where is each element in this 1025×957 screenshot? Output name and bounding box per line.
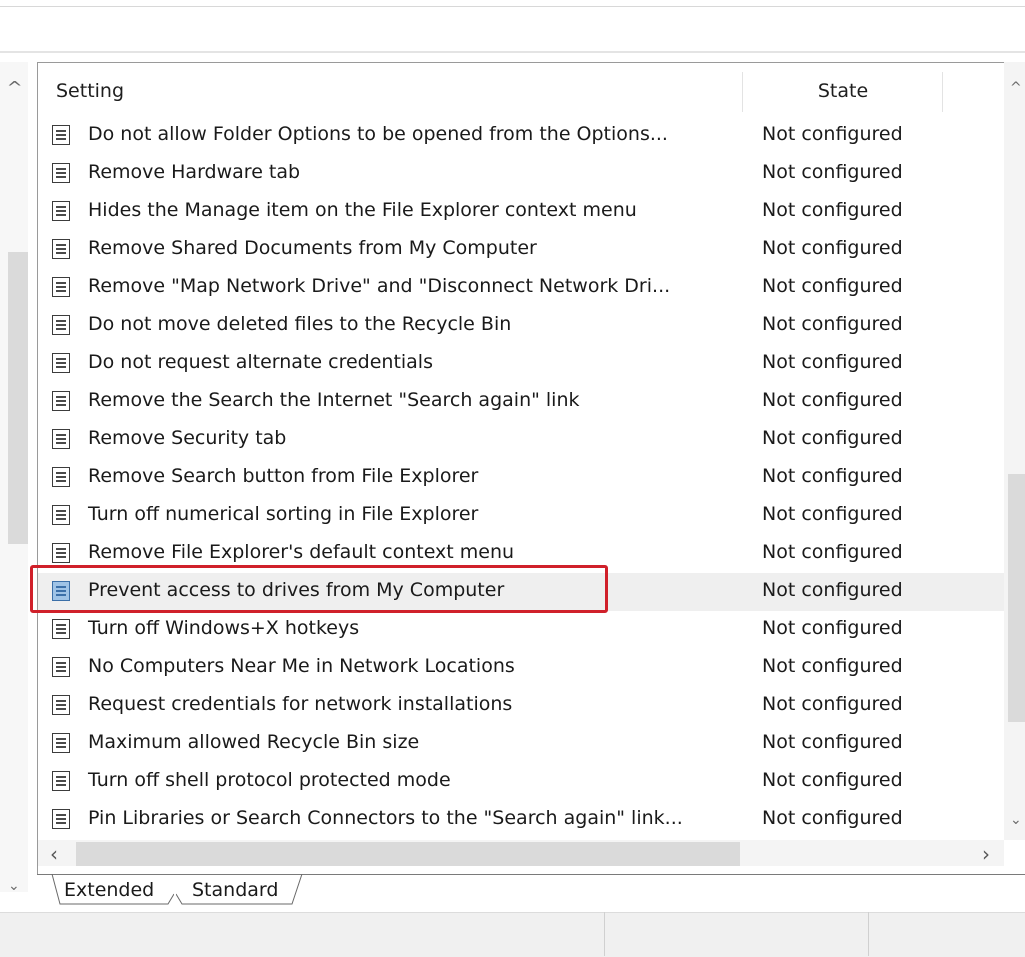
policy-setting-icon [52, 809, 70, 829]
status-bar-divider [868, 912, 869, 956]
setting-state: Not configured [762, 161, 903, 183]
policy-setting-icon [52, 467, 70, 487]
setting-name: No Computers Near Me in Network Location… [88, 655, 515, 677]
setting-state: Not configured [762, 313, 903, 335]
setting-state: Not configured [762, 237, 903, 259]
policy-setting-icon [52, 429, 70, 449]
column-header-setting[interactable]: Setting [56, 80, 124, 102]
toolbar-area [0, 7, 1025, 51]
setting-state: Not configured [762, 579, 903, 601]
setting-name: Turn off shell protocol protected mode [88, 769, 451, 791]
left-pane-scrollbar-thumb[interactable] [8, 252, 28, 544]
setting-name: Pin Libraries or Search Connectors to th… [88, 807, 683, 829]
policy-setting-icon [52, 391, 70, 411]
setting-name: Do not request alternate credentials [88, 351, 433, 373]
policy-setting-icon [52, 543, 70, 563]
setting-name: Remove "Map Network Drive" and "Disconne… [88, 275, 671, 297]
setting-state: Not configured [762, 655, 903, 677]
list-item[interactable]: Remove Search button from File Explorer … [38, 459, 1004, 497]
left-pane-scroll-up-icon[interactable]: ^ [7, 78, 23, 97]
scroll-right-arrow-icon[interactable]: › [982, 842, 990, 866]
column-header-state[interactable]: State [743, 80, 943, 102]
policy-setting-icon [52, 505, 70, 525]
settings-list: Do not allow Folder Options to be opened… [38, 117, 1004, 841]
list-item[interactable]: Turn off shell protocol protected mode N… [38, 763, 1004, 801]
setting-name: Maximum allowed Recycle Bin size [88, 731, 420, 753]
setting-state: Not configured [762, 617, 903, 639]
setting-state: Not configured [762, 465, 903, 487]
vertical-scrollbar[interactable] [1004, 62, 1025, 840]
list-item[interactable]: Turn off Windows+X hotkeys Not configure… [38, 611, 1004, 649]
policy-setting-icon [52, 163, 70, 183]
setting-state: Not configured [762, 503, 903, 525]
policy-setting-icon [52, 353, 70, 373]
top-toolbar-edge [0, 0, 1025, 7]
setting-name: Turn off numerical sorting in File Explo… [88, 503, 479, 525]
tab-extended-label: Extended [64, 879, 155, 901]
list-item[interactable]: Remove Hardware tab Not configured [38, 155, 1004, 193]
setting-name: Request credentials for network installa… [88, 693, 513, 715]
setting-state: Not configured [762, 807, 903, 829]
policy-setting-icon [52, 733, 70, 753]
setting-name: Remove Shared Documents from My Computer [88, 237, 537, 259]
tab-standard-label: Standard [192, 879, 279, 901]
policy-setting-icon [52, 619, 70, 639]
setting-name: Remove Security tab [88, 427, 287, 449]
setting-state: Not configured [762, 731, 903, 753]
setting-name: Remove Hardware tab [88, 161, 301, 183]
setting-name: Turn off Windows+X hotkeys [88, 617, 360, 639]
setting-name: Do not move deleted files to the Recycle… [88, 313, 512, 335]
list-item[interactable]: Remove the Search the Internet "Search a… [38, 383, 1004, 421]
status-bar [0, 912, 1025, 957]
setting-state: Not configured [762, 427, 903, 449]
setting-name: Remove Search button from File Explorer [88, 465, 479, 487]
policy-setting-icon [52, 201, 70, 221]
list-item[interactable]: Maximum allowed Recycle Bin size Not con… [38, 725, 1004, 763]
left-pane-scroll-down-icon[interactable]: ⌄ [8, 878, 20, 894]
policy-setting-icon [52, 315, 70, 335]
setting-state: Not configured [762, 275, 903, 297]
list-item[interactable]: Do not move deleted files to the Recycle… [38, 307, 1004, 345]
setting-name: Hides the Manage item on the File Explor… [88, 199, 637, 221]
vertical-scrollbar-thumb[interactable] [1008, 474, 1025, 722]
setting-state: Not configured [762, 123, 903, 145]
list-header-row: Setting State [38, 72, 1004, 112]
list-item[interactable]: Hides the Manage item on the File Explor… [38, 193, 1004, 231]
red-highlight-annotation [30, 565, 608, 613]
policy-setting-icon [52, 771, 70, 791]
list-item[interactable]: Pin Libraries or Search Connectors to th… [38, 801, 1004, 839]
policy-setting-icon [52, 277, 70, 297]
list-item[interactable]: Remove Shared Documents from My Computer… [38, 231, 1004, 269]
list-item[interactable]: Remove "Map Network Drive" and "Disconne… [38, 269, 1004, 307]
setting-state: Not configured [762, 693, 903, 715]
list-item[interactable]: Turn off numerical sorting in File Explo… [38, 497, 1004, 535]
list-item[interactable]: No Computers Near Me in Network Location… [38, 649, 1004, 687]
list-item[interactable]: Remove Security tab Not configured [38, 421, 1004, 459]
tab-extended[interactable]: Extended [50, 874, 174, 906]
status-bar-divider [604, 912, 605, 956]
setting-state: Not configured [762, 769, 903, 791]
setting-state: Not configured [762, 389, 903, 411]
scroll-up-arrow-icon[interactable]: ^ [1010, 80, 1022, 96]
setting-name: Remove File Explorer's default context m… [88, 541, 515, 563]
setting-state: Not configured [762, 199, 903, 221]
list-item[interactable]: Do not request alternate credentials Not… [38, 345, 1004, 383]
policy-setting-icon [52, 657, 70, 677]
list-item[interactable]: Do not allow Folder Options to be opened… [38, 117, 1004, 155]
policy-setting-icon [52, 239, 70, 259]
setting-state: Not configured [762, 351, 903, 373]
policy-setting-icon [52, 125, 70, 145]
list-item[interactable]: Request credentials for network installa… [38, 687, 1004, 725]
policy-setting-icon [52, 695, 70, 715]
setting-name: Do not allow Folder Options to be opened… [88, 123, 668, 145]
setting-state: Not configured [762, 541, 903, 563]
scroll-left-arrow-icon[interactable]: ‹ [50, 842, 58, 866]
toolbar-divider [0, 51, 1025, 53]
scroll-down-arrow-icon[interactable]: ⌄ [1010, 812, 1022, 828]
tab-standard[interactable]: Standard [176, 874, 308, 906]
horizontal-scrollbar-thumb[interactable] [76, 842, 740, 866]
setting-name: Remove the Search the Internet "Search a… [88, 389, 580, 411]
column-divider[interactable] [942, 72, 943, 112]
